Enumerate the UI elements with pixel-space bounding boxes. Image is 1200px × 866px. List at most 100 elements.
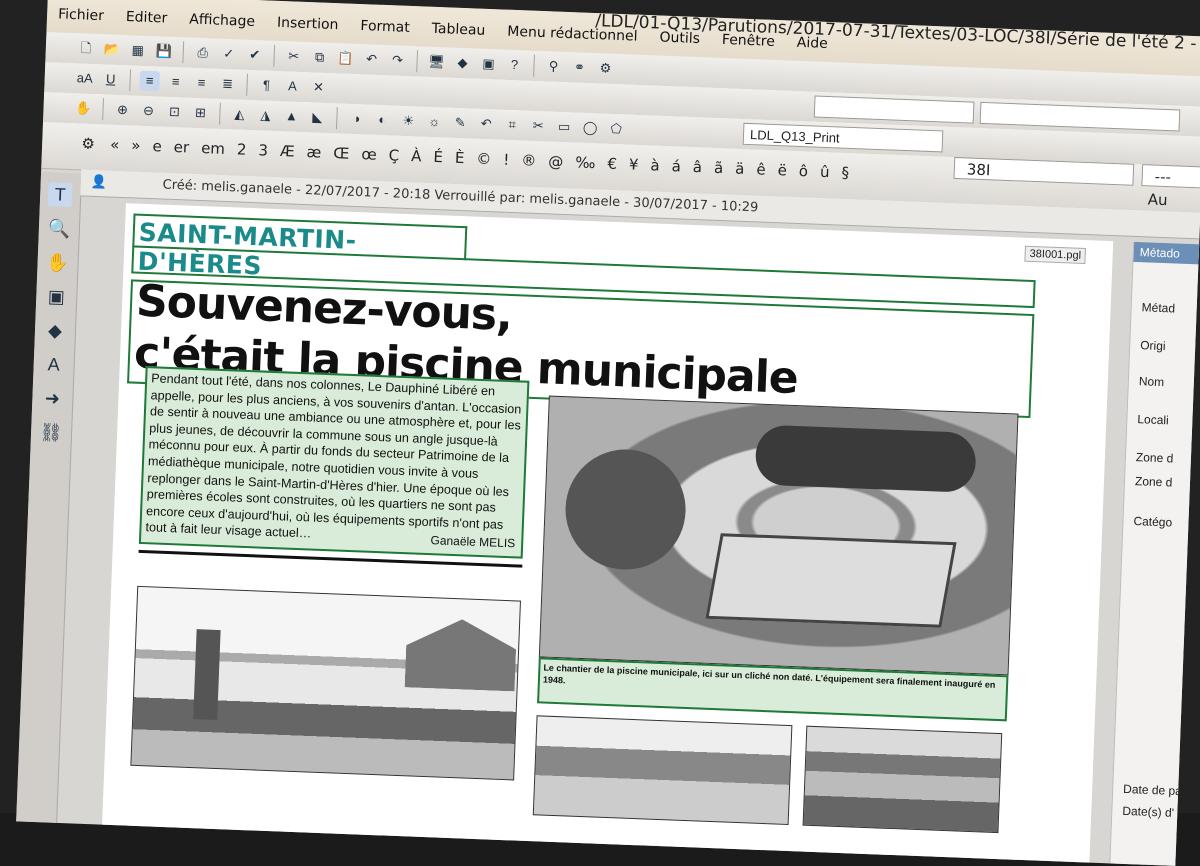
char-7[interactable]: Æ (274, 142, 301, 161)
menu-affichage[interactable]: Affichage (178, 11, 267, 36)
menu-fichier[interactable]: Fichier (47, 6, 116, 31)
char-30[interactable]: û (814, 163, 836, 182)
pool-opening-photo[interactable] (130, 585, 521, 781)
contrast-icon[interactable]: ◑ (346, 109, 367, 130)
save-icon[interactable]: 💾 (153, 41, 174, 62)
color-icon[interactable]: ◆ (452, 53, 473, 74)
sun-icon[interactable]: ☀ (398, 111, 419, 132)
char-18[interactable]: @ (542, 152, 570, 171)
char-10[interactable]: œ (355, 145, 383, 164)
char-8[interactable]: æ (300, 143, 327, 162)
font-tool-icon[interactable]: A (41, 352, 66, 377)
triangle-icon[interactable]: ◭ (229, 104, 250, 125)
print-combo[interactable]: LDL_Q13_Print (742, 122, 944, 153)
align-left-icon[interactable]: ≡ (139, 70, 161, 92)
color-tool-icon[interactable]: ◆ (43, 318, 68, 343)
char-16[interactable]: ! (497, 150, 516, 169)
tool-icon[interactable]: ⚲ (543, 56, 564, 77)
spellcheck-icon[interactable]: ✓ (218, 44, 239, 65)
menu-editer[interactable]: Editer (114, 9, 178, 33)
char-23[interactable]: á (665, 157, 687, 176)
check-icon[interactable]: ✔ (244, 45, 265, 66)
hand-icon[interactable]: ✋ (73, 98, 94, 119)
char-24[interactable]: â (687, 158, 709, 177)
crop-icon[interactable]: ⌗ (502, 115, 523, 136)
right-combo[interactable]: --- Au (1141, 164, 1200, 209)
redo-icon[interactable]: ↷ (387, 50, 408, 71)
char-11[interactable]: Ç (382, 146, 405, 165)
menu-insertion[interactable]: Insertion (265, 14, 349, 39)
menu-tableau[interactable]: Tableau (420, 20, 496, 45)
brush-icon[interactable]: ✎ (450, 113, 471, 134)
justify-icon[interactable]: ≣ (217, 74, 238, 95)
font-combo[interactable] (979, 101, 1181, 132)
char-27[interactable]: ê (750, 160, 772, 179)
zoom-in-icon[interactable]: ⊕ (112, 100, 133, 121)
aerial-pool-photo[interactable] (538, 395, 1019, 676)
char-20[interactable]: € (601, 154, 623, 173)
help-icon[interactable]: ? (504, 55, 525, 76)
triangle2-icon[interactable]: ◮ (255, 105, 276, 126)
char-4[interactable]: em (195, 139, 232, 158)
link-tool-icon[interactable]: ⛓ (39, 420, 64, 445)
text-tool-icon[interactable]: T (47, 182, 73, 208)
font-size-icon[interactable]: aA (74, 68, 95, 89)
link-icon[interactable]: ⚭ (569, 57, 590, 78)
undo-image-icon[interactable]: ↶ (476, 114, 497, 135)
char-2[interactable]: e (146, 137, 168, 156)
contrast2-icon[interactable]: ◐ (372, 110, 393, 131)
char-15[interactable]: © (470, 149, 498, 169)
char-5[interactable]: 2 (231, 140, 253, 159)
char-17[interactable]: ® (515, 151, 543, 170)
char-26[interactable]: ä (729, 159, 751, 178)
char-25[interactable]: ã (708, 158, 730, 177)
layout-icon[interactable]: ▦ (127, 40, 148, 61)
scissors-icon[interactable]: ✂ (528, 116, 549, 137)
copy-icon[interactable]: ⧉ (309, 47, 330, 68)
fit-icon[interactable]: ⊞ (190, 103, 211, 124)
open-folder-icon[interactable]: 📂 (101, 39, 122, 60)
char-21[interactable]: ¥ (623, 155, 645, 174)
triangle3-icon[interactable]: ▲ (281, 106, 302, 127)
align-center-icon[interactable]: ≡ (165, 72, 186, 93)
char-1[interactable]: » (125, 136, 147, 155)
hand-tool-icon[interactable]: ✋ (45, 250, 70, 275)
undo-icon[interactable]: ↶ (361, 49, 382, 70)
char-14[interactable]: È (449, 149, 471, 168)
align-right-icon[interactable]: ≡ (191, 73, 212, 94)
new-document-icon[interactable]: 🗋 (75, 38, 96, 59)
swimmers-photo[interactable] (532, 715, 793, 826)
image-tool-icon[interactable]: ▣ (44, 284, 69, 309)
char-19[interactable]: ‰ (569, 153, 602, 172)
print-icon[interactable]: ⎙ (192, 43, 213, 64)
xml-icon[interactable]: ▣ (478, 54, 499, 75)
char-12[interactable]: À (405, 147, 428, 166)
ellipse-icon[interactable]: ◯ (580, 118, 601, 139)
stamp-icon[interactable]: ⚙ (595, 58, 616, 79)
paragraph-icon[interactable]: ¶ (256, 75, 277, 96)
char-9[interactable]: Œ (327, 144, 356, 163)
rectangle-icon[interactable]: ▭ (554, 117, 575, 138)
shape-icon[interactable]: ◣ (307, 107, 328, 128)
char-13[interactable]: É (427, 148, 449, 167)
gear-icon[interactable]: ⚙ (72, 133, 105, 154)
char-22[interactable]: à (644, 156, 666, 175)
polygon-icon[interactable]: ⬠ (606, 119, 627, 140)
char-31[interactable]: § (835, 163, 855, 182)
zoom-frame-icon[interactable]: ⊡ (164, 102, 185, 123)
intro-text-frame[interactable]: Pendant tout l'été, dans nos colonnes, L… (138, 366, 530, 559)
char-0[interactable]: « (104, 135, 126, 154)
monitor-icon[interactable]: 🖥 (426, 52, 447, 73)
cut-icon[interactable]: ✂ (283, 46, 304, 67)
metadata-header[interactable]: Métado (1133, 241, 1200, 265)
close-icon[interactable]: ✕ (308, 77, 329, 98)
style-combo[interactable] (813, 95, 975, 124)
zoom-out-icon[interactable]: ⊖ (138, 101, 159, 122)
char-3[interactable]: er (167, 138, 195, 157)
paste-icon[interactable]: 📋 (335, 48, 356, 69)
char-6[interactable]: 3 (252, 141, 274, 160)
char-28[interactable]: ë (771, 161, 793, 180)
sun2-icon[interactable]: ☼ (424, 112, 445, 133)
beach-photo[interactable] (802, 725, 1003, 834)
underline-icon[interactable]: U (100, 69, 121, 90)
